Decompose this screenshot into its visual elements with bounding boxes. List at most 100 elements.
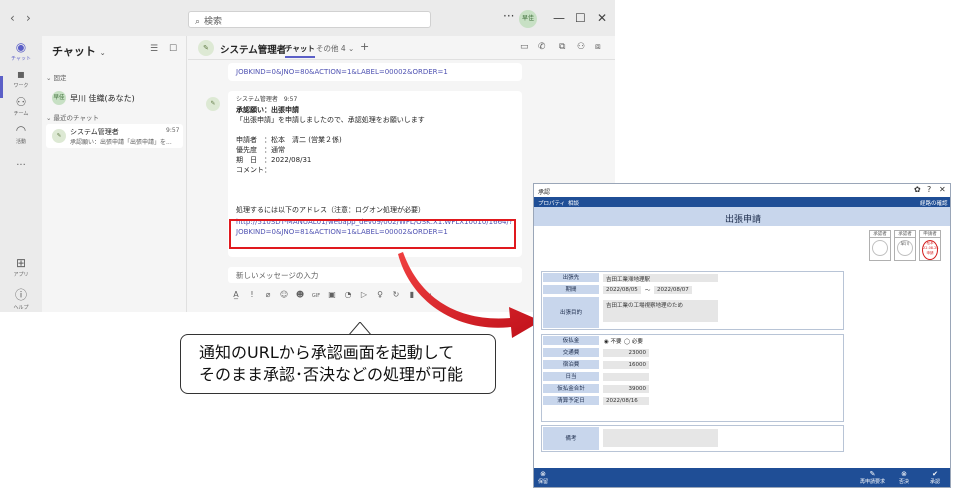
more-icon: ··· [16,160,26,171]
message-input[interactable]: 新しいメッセージの入力 [228,267,522,283]
search-input[interactable]: ⌕ 検索 [188,11,431,28]
rail-label: アプリ [13,272,29,278]
applicant-seal: 松本 22.08.24 申請 [922,240,939,260]
send-later-icon[interactable]: ▷ [356,290,372,299]
menu-property[interactable]: プロパティ [538,199,565,207]
minimize-icon[interactable]: — [553,11,565,25]
praise-icon[interactable]: ♀ [372,290,388,299]
close-icon[interactable]: ✕ [939,185,946,194]
row-destination: 出張先 吉田工業滞地理駅 [542,272,842,283]
chat-list: チャット ⌄ ☰ ☐ ⌄ 固定 早佳 早川 佳織(あなた) ⌄ 最近のチャット … [42,36,187,312]
tab-more[interactable]: その他 4 ⌄ [316,43,354,54]
period-separator: 〜 [645,288,651,294]
field-label: 宿泊費 [542,359,600,370]
message-link[interactable]: JOBKIND=0&JNO=80&ACTION=1&LABEL=00002&OR… [236,68,448,76]
forward-icon[interactable]: › [26,11,31,25]
format-icon[interactable]: A̲ [228,290,244,299]
chat-list-title: チャット ⌄ [52,43,106,59]
message-comment: コメント： [236,166,271,174]
settings-icon[interactable]: ✿ [914,185,921,194]
recent-section[interactable]: ⌄ 最近のチャット [46,112,99,122]
schedule-icon[interactable]: ◔ [340,290,356,299]
period-from-field[interactable]: 2022/08/05 [603,286,641,294]
rail-item-more[interactable]: ··· [0,160,42,171]
stamp-label: 承認者 [870,231,890,238]
rail-item-work[interactable]: ▪ ワーク [0,67,42,89]
rail-item-apps[interactable]: ⊞ アプリ [0,256,42,278]
people-icon[interactable]: ⚇ [577,42,585,52]
list-item[interactable]: 早佳 早川 佳織(あなた) [46,89,183,107]
search-icon: ⌕ [195,17,201,27]
attach-icon[interactable]: ⌀ [260,290,276,299]
emoji-icon[interactable]: ☻ [292,290,308,299]
menu-route-check[interactable]: 経路の確認 [920,199,948,207]
bot-avatar-icon: ✎ [52,129,66,143]
field-label: 仮払金合計 [542,383,600,394]
approve-button[interactable]: ✔ 承認 [930,470,940,485]
filter-icon[interactable]: ☰ [150,44,158,54]
gif-icon[interactable]: GIF [308,293,324,299]
popout-icon[interactable]: ⧈ [595,42,601,52]
reject-button[interactable]: ⊗ 否決 [899,470,909,485]
advance-total-field[interactable]: 39000 [603,385,649,393]
period-to-field[interactable]: 2022/08/07 [654,286,692,294]
reapply-button[interactable]: ✎ 再申請要求 [860,470,885,485]
field-label: 備考 [542,426,600,451]
purpose-field[interactable]: 吉田工業の工場視察地理のため [603,300,718,322]
destination-field[interactable]: 吉田工業滞地理駅 [603,274,718,283]
lodging-field[interactable]: 16000 [603,361,649,369]
chat-name: 早川 佳織(あなた) [70,94,135,103]
rail-item-activity[interactable]: ◠ 活動 [0,123,42,145]
transport-field[interactable]: 23000 [603,349,649,357]
field-label: 出張目的 [542,296,600,329]
field-label: 交通費 [542,347,600,358]
stamp-label: 申請者 [920,231,940,238]
menu-related[interactable]: 相談 [568,199,579,207]
help-icon[interactable]: ? [927,185,931,194]
stream-icon[interactable]: ▮ [404,290,420,299]
compose-icon[interactable]: ☐ [169,44,177,54]
rail-item-help[interactable]: ⓘ ヘルプ [0,286,42,311]
applicant-stamp: 申請者 松本 22.08.24 申請 [919,230,941,261]
more-icon[interactable]: ··· [503,9,514,23]
hold-button[interactable]: ⊗ 保留 [538,470,548,485]
daily-allowance-field[interactable] [603,373,649,381]
add-tab-icon[interactable]: + [360,40,369,53]
advance-required-radio[interactable]: ◯ 必要 [624,337,643,345]
chat-header: ✎ システム管理者 チャット その他 4 ⌄ + ▭ ✆ ⧉ ⚇ ⧈ [188,36,615,60]
maximize-icon[interactable]: ☐ [575,11,586,25]
phone-icon[interactable]: ✆ [538,42,546,52]
rail-item-teams[interactable]: ⚇ チーム [0,95,42,117]
list-item[interactable]: ✎ システム管理者 9:57 承認願い：出張申請「出張申請」を... [46,124,183,148]
close-icon[interactable]: ✕ [597,11,607,25]
loop-icon[interactable]: ☺ [276,290,292,299]
sticker-icon[interactable]: ▣ [324,290,340,299]
message-process-note: 処理するには以下のアドレス（注意：ログオン処理が必要） [236,206,425,214]
tab-chat[interactable]: チャット [285,43,315,58]
back-icon[interactable]: ‹ [10,11,15,25]
chevron-down-icon[interactable]: ⌄ [100,49,106,57]
loop-component-icon[interactable]: ↻ [388,290,404,299]
rail-label: チャット [11,56,31,62]
screen-share-icon[interactable]: ⧉ [559,42,565,52]
hold-label: 保留 [538,479,549,485]
row-transport: 交通費 23000 [542,347,842,358]
field-label: 期間 [542,284,600,295]
approval-menu-bar: プロパティ 相談 経路の確認 [534,197,950,207]
advance-not-required-radio[interactable]: ◉ 不要 [604,337,622,345]
video-call-icon[interactable]: ▭ [520,42,529,52]
work-icon: ▪ [16,67,26,81]
field-label: 清算予定日 [542,395,600,406]
settlement-date-field[interactable]: 2022/08/16 [603,397,649,405]
url-highlight-box [229,219,516,249]
section-label: 最近のチャット [53,114,99,122]
section-label: 固定 [53,74,67,82]
avatar[interactable]: 早佳 [519,10,537,28]
pinned-section[interactable]: ⌄ 固定 [46,72,67,82]
rail-item-chat[interactable]: ◉ チャット [0,40,42,62]
previous-message: JOBKIND=0&JNO=80&ACTION=1&LABEL=00002&OR… [228,63,522,81]
more-options-icon[interactable]: ··· [420,290,436,299]
important-icon[interactable]: ! [244,290,260,299]
note-field[interactable] [603,429,718,447]
field-label: 仮払金 [542,335,600,346]
